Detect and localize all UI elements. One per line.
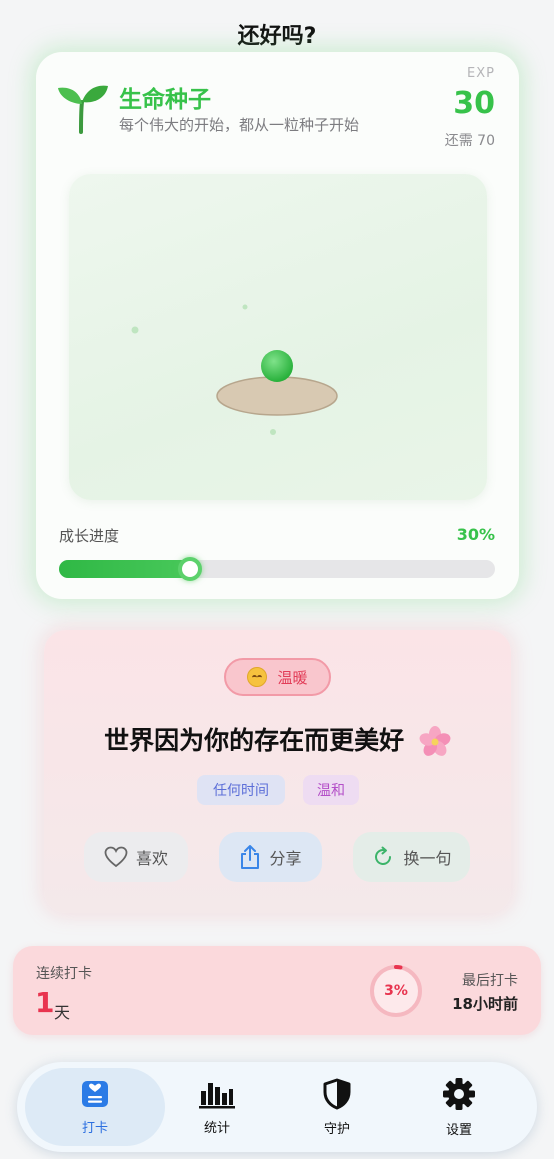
- share-icon: [241, 845, 260, 869]
- checkin-card-icon: [82, 1080, 108, 1107]
- streak-days: 1: [35, 986, 55, 1019]
- cherry-blossom-icon: [419, 726, 451, 756]
- sprout-icon: [58, 85, 108, 134]
- page-title: 还好吗?: [237, 24, 317, 49]
- mood-badge: 温暖: [224, 658, 331, 696]
- tab-settings[interactable]: 设置: [394, 1068, 524, 1146]
- plant-card: 生命种子 每个伟大的开始，都从一粒种子开始 EXP 30 还需 70 成长进度 …: [36, 52, 519, 599]
- plant-name: 生命种子: [119, 87, 211, 113]
- share-button[interactable]: 分享: [219, 832, 322, 882]
- last-checkin-value: 18小时前: [452, 995, 518, 1013]
- exp-needed: 还需 70: [444, 133, 495, 149]
- refresh-label: 换一句: [403, 849, 452, 868]
- growth-progress-bar: [59, 557, 495, 581]
- like-label: 喜欢: [135, 849, 168, 868]
- refresh-icon: [375, 846, 392, 865]
- exp-value: 30: [453, 86, 495, 121]
- tab-settings-label: 设置: [445, 1122, 472, 1138]
- bar-chart-icon: [199, 1082, 235, 1108]
- tab-guard-label: 守护: [323, 1121, 350, 1137]
- plant-garden-view[interactable]: [69, 174, 487, 500]
- tab-checkin-label: 打卡: [81, 1120, 108, 1136]
- gear-icon: [443, 1077, 475, 1110]
- bottom-tab-bar: 打卡 统计 守护 设置: [17, 1062, 537, 1152]
- seed-illustration: [131, 304, 338, 435]
- share-label: 分享: [269, 849, 302, 868]
- heart-icon: [104, 846, 128, 868]
- exp-label: EXP: [467, 66, 495, 81]
- tab-checkin[interactable]: 打卡: [25, 1068, 165, 1146]
- ring-text: 3%: [384, 983, 408, 999]
- progress-fill: [59, 560, 190, 578]
- tab-stats[interactable]: 统计: [152, 1068, 282, 1146]
- smiling-face-icon: [247, 667, 268, 687]
- refresh-quote-button[interactable]: 换一句: [353, 832, 470, 882]
- streak-label: 连续打卡: [36, 966, 92, 982]
- quote-text: 世界因为你的存在而更美好: [104, 726, 405, 755]
- quote-text-row: 世界因为你的存在而更美好: [44, 721, 511, 758]
- tab-guard[interactable]: 守护: [272, 1068, 402, 1146]
- streak-card: 连续打卡 1 天 3% 最后打卡 18小时前: [13, 946, 541, 1035]
- last-checkin-label: 最后打卡: [462, 973, 518, 989]
- progress-knob: [177, 557, 202, 581]
- tag-time: 任何时间: [197, 775, 285, 805]
- tab-stats-label: 统计: [203, 1120, 230, 1136]
- progress-value: 30%: [456, 525, 495, 544]
- plant-subtitle: 每个伟大的开始，都从一粒种子开始: [119, 116, 360, 134]
- progress-label: 成长进度: [59, 527, 120, 545]
- shield-icon: [323, 1078, 351, 1109]
- mood-label: 温暖: [277, 668, 308, 687]
- quote-card: 温暖 世界因为你的存在而更美好 任何时间 温和 喜欢 分享 换一句: [44, 630, 511, 913]
- streak-unit: 天: [54, 1003, 71, 1022]
- tag-tone: 温和: [303, 775, 359, 805]
- like-button[interactable]: 喜欢: [84, 832, 188, 882]
